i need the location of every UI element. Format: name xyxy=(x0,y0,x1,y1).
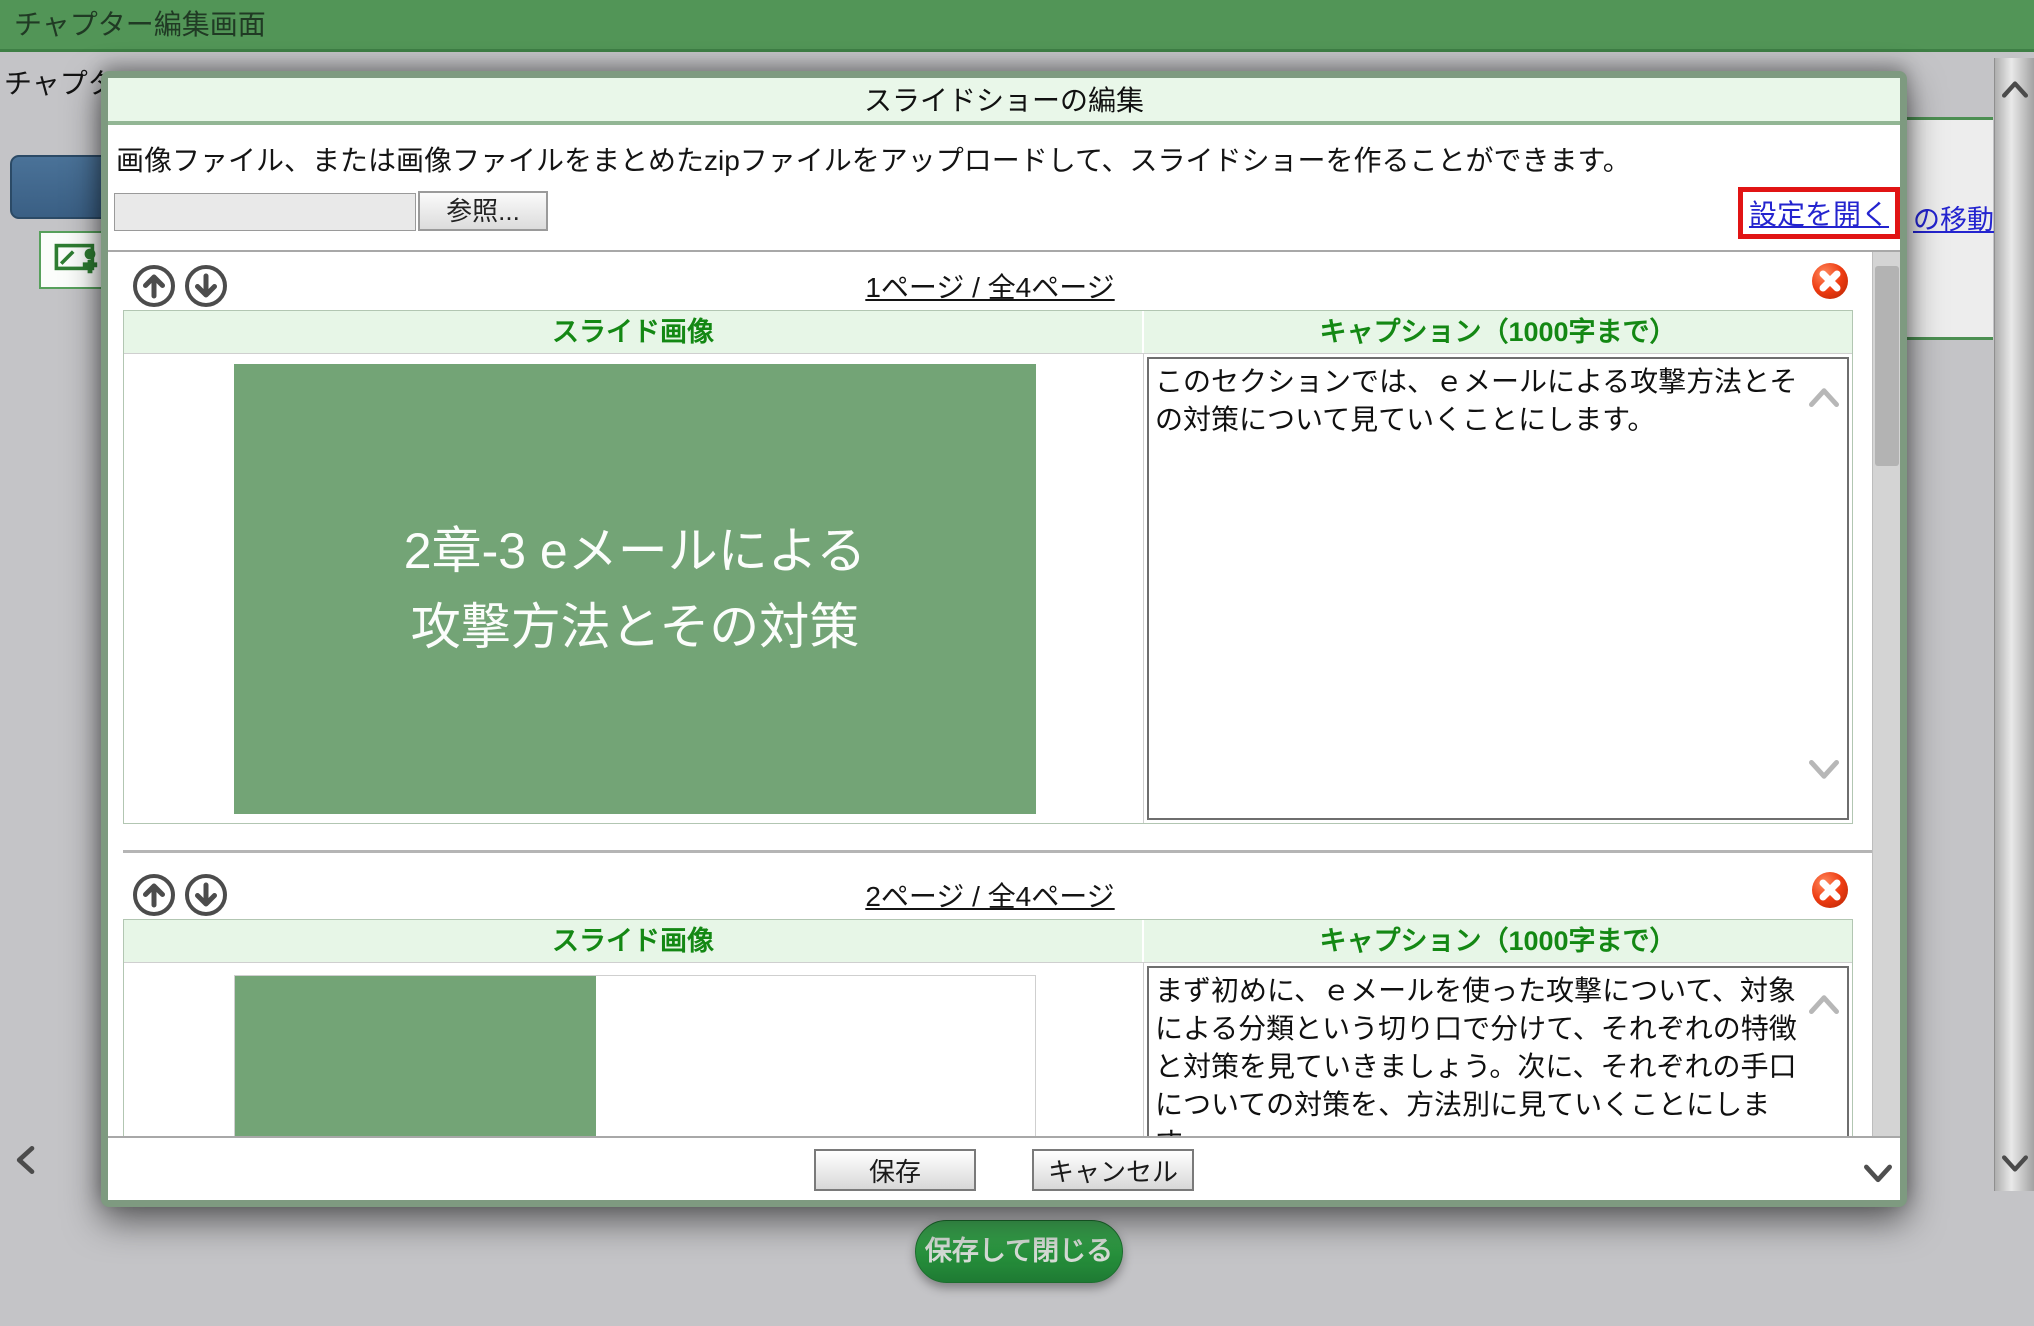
settings-link-highlight: 設定を開く xyxy=(1738,187,1900,239)
column-header-image: スライド画像 xyxy=(124,311,1144,353)
slide1-image-title-line1: 2章-3 eメールによる xyxy=(404,518,866,584)
chapter-edit-screen: チャプター編集画面 チャプタ の移動 保存して閉じる スライドショーの編集 xyxy=(0,0,2034,1326)
delete-slide-icon[interactable] xyxy=(1811,871,1849,909)
move-link-partial[interactable]: の移動 xyxy=(1913,198,1994,237)
scroll-left-icon[interactable] xyxy=(15,1146,35,1174)
scroll-up-icon[interactable] xyxy=(2002,80,2028,98)
slide2-table-header: スライド画像 キャプション（1000字まで） xyxy=(124,920,1852,962)
slide1-caption-cell: このセクションでは、ｅメールによる攻撃方法とその対策について見ていくことにします… xyxy=(1144,354,1852,823)
slide2-caption-text: まず初めに、ｅメールを使った攻撃について、対象による分類という切り口で分けて、そ… xyxy=(1155,972,1803,1138)
dialog-description: 画像ファイル、または画像ファイルをまとめたzipファイルをアップロードして、スラ… xyxy=(108,125,1900,185)
dialog-title-bar: スライドショーの編集 xyxy=(108,78,1900,125)
file-path-input[interactable] xyxy=(114,193,416,231)
slide2-page-label: 2ページ / 全4ページ xyxy=(108,875,1872,915)
slide1-caption-textarea[interactable]: このセクションでは、ｅメールによる攻撃方法とその対策について見ていくことにします… xyxy=(1147,357,1849,820)
slide2-row: まず初めに、ｅメールを使った攻撃について、対象による分類という切り口で分けて、そ… xyxy=(124,962,1852,1138)
caption-scroll-down-icon[interactable] xyxy=(1809,760,1839,780)
dialog-scrollbar[interactable] xyxy=(1872,252,1900,1136)
window-title: チャプター編集画面 xyxy=(14,9,266,40)
column-header-caption: キャプション（1000字まで） xyxy=(1144,311,1852,353)
page-scrollbar[interactable] xyxy=(1994,58,2034,1191)
slide2-controls: 2ページ / 全4ページ xyxy=(108,867,1872,919)
slide2-image xyxy=(234,975,1036,1138)
scroll-down-icon[interactable] xyxy=(2002,1155,2028,1173)
background-divider-top xyxy=(1907,117,1993,120)
dialog-scroll-down-icon[interactable] xyxy=(1864,1164,1892,1184)
caption-scroll-up-icon[interactable] xyxy=(1809,387,1839,407)
dialog-scrollbar-thumb[interactable] xyxy=(1875,266,1899,466)
background-divider-bottom xyxy=(1907,337,1993,340)
slide1-table: スライド画像 キャプション（1000字まで） 2章-3 eメールによる 攻撃方法… xyxy=(123,310,1853,824)
page-heading-partial: チャプタ xyxy=(4,62,116,102)
save-and-close-button[interactable]: 保存して閉じる xyxy=(915,1220,1123,1283)
dialog-title: スライドショーの編集 xyxy=(864,85,1144,116)
column-header-caption: キャプション（1000字まで） xyxy=(1144,920,1852,962)
slide-block-divider xyxy=(123,850,1872,853)
cancel-button[interactable]: キャンセル xyxy=(1032,1149,1194,1191)
window-title-bar: チャプター編集画面 xyxy=(0,0,2034,52)
slides-scroll-region: 1ページ / 全4ページ スライド画像 キャプション（1000字まで） xyxy=(108,250,1900,1138)
slide1-table-header: スライド画像 キャプション（1000字まで） xyxy=(124,311,1852,353)
slide1-image-cell: 2章-3 eメールによる 攻撃方法とその対策 xyxy=(124,354,1144,823)
slide2-image-green-block xyxy=(235,976,596,1138)
slide2-caption-cell: まず初めに、ｅメールを使った攻撃について、対象による分類という切り口で分けて、そ… xyxy=(1144,963,1852,1138)
file-upload-row: 参照... 設定を開く xyxy=(108,185,1900,247)
column-header-image: スライド画像 xyxy=(124,920,1144,962)
browse-button[interactable]: 参照... xyxy=(418,191,548,231)
open-settings-link[interactable]: 設定を開く xyxy=(1749,193,1889,233)
slideshow-edit-dialog: スライドショーの編集 画像ファイル、または画像ファイルをまとめたzipファイルを… xyxy=(101,71,1907,1207)
slide2-image-cell xyxy=(124,963,1144,1138)
presenter-icon xyxy=(54,242,102,278)
dialog-button-bar: 保存 キャンセル xyxy=(108,1140,1900,1200)
slide1-caption-text: このセクションでは、ｅメールによる攻撃方法とその対策について見ていくことにします… xyxy=(1155,363,1803,439)
slide1-page-label: 1ページ / 全4ページ xyxy=(108,266,1872,306)
caption-scroll-up-icon[interactable] xyxy=(1809,994,1839,1014)
save-button[interactable]: 保存 xyxy=(814,1149,976,1191)
slide1-row: 2章-3 eメールによる 攻撃方法とその対策 このセクションでは、ｅメールによる… xyxy=(124,353,1852,823)
slide2-caption-textarea[interactable]: まず初めに、ｅメールを使った攻撃について、対象による分類という切り口で分けて、そ… xyxy=(1147,966,1849,1138)
slide1-image: 2章-3 eメールによる 攻撃方法とその対策 xyxy=(234,364,1036,814)
delete-slide-icon[interactable] xyxy=(1811,262,1849,300)
slide1-controls: 1ページ / 全4ページ xyxy=(108,258,1872,310)
slide1-image-title-line2: 攻撃方法とその対策 xyxy=(411,594,860,660)
slide2-table: スライド画像 キャプション（1000字まで） まず初めに、ｅメールを使った攻撃に… xyxy=(123,919,1853,1138)
